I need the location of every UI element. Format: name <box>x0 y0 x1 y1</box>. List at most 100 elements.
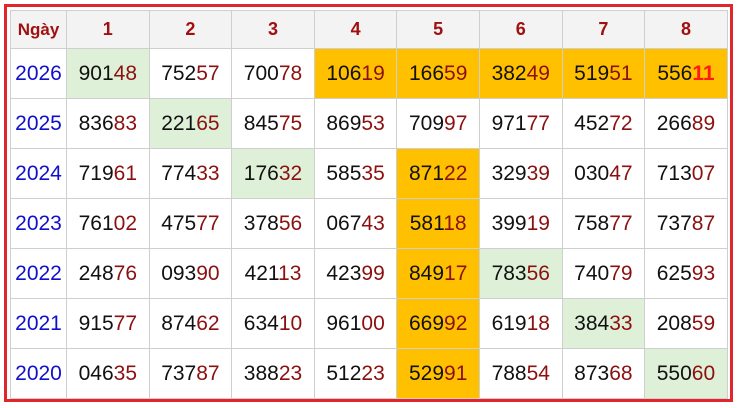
column-header-5: 5 <box>396 10 480 49</box>
result-cell: 38433 <box>561 298 646 349</box>
result-cell: 22165 <box>148 98 233 149</box>
result-tail-digits: 77 <box>113 311 137 335</box>
result-prefix: 625 <box>656 261 692 285</box>
result-cell: 42113 <box>231 248 315 299</box>
result-cell: 20859 <box>644 298 728 349</box>
result-tail-digits: 65 <box>196 111 220 135</box>
result-tail-digits: 39 <box>526 161 550 185</box>
result-tail-digits: 93 <box>691 261 716 285</box>
result-cell: 51223 <box>313 348 398 399</box>
result-prefix: 388 <box>243 361 279 385</box>
column-header-6: 6 <box>478 10 563 49</box>
result-tail-digits: 49 <box>526 61 550 85</box>
result-cell: 04635 <box>66 348 150 399</box>
result-prefix: 971 <box>491 111 527 135</box>
year-cell: 2021 <box>10 298 67 349</box>
result-prefix: 176 <box>243 161 279 185</box>
result-cell: 10619 <box>313 48 398 99</box>
result-prefix: 421 <box>244 261 279 285</box>
result-cell: 87462 <box>148 298 233 349</box>
result-cell: 03047 <box>561 148 646 199</box>
result-prefix: 845 <box>243 111 279 135</box>
result-cell: 73787 <box>148 348 233 399</box>
result-tail-digits: 77 <box>526 111 550 135</box>
result-prefix: 758 <box>574 211 610 235</box>
result-prefix: 529 <box>408 361 445 385</box>
result-cell: 06743 <box>313 198 398 249</box>
column-header-2: 2 <box>148 10 233 49</box>
result-prefix: 915 <box>78 311 114 335</box>
result-tail-digits: 22 <box>444 161 468 185</box>
result-cell: 39919 <box>478 198 563 249</box>
year-cell: 2026 <box>10 48 67 99</box>
result-cell: 76102 <box>66 198 150 249</box>
result-tail-digits: 43 <box>361 211 385 235</box>
result-cell: 63410 <box>231 298 315 349</box>
result-tail-digits: 87 <box>196 361 220 385</box>
result-prefix: 783 <box>491 261 527 285</box>
result-tail-digits: 59 <box>444 61 468 85</box>
result-prefix: 166 <box>408 61 445 85</box>
result-tail-digits: 60 <box>691 361 716 385</box>
result-prefix: 378 <box>243 211 279 235</box>
result-cell: 84575 <box>231 98 315 149</box>
result-prefix: 248 <box>78 261 114 285</box>
column-header-8: 8 <box>644 10 728 49</box>
result-tail-digits: 97 <box>444 111 468 135</box>
result-tail-digits: 57 <box>196 61 220 85</box>
table-row: 2022 24876 09390 42113 42399 84917 78356 74079 6… <box>10 248 728 299</box>
result-tail-digits: 17 <box>444 261 468 285</box>
result-prefix: 700 <box>243 61 279 85</box>
result-prefix: 266 <box>656 111 692 135</box>
result-tail-digits: 23 <box>361 361 385 385</box>
result-cell: 38823 <box>231 348 315 399</box>
result-prefix: 208 <box>656 311 692 335</box>
result-tail-digits: 68 <box>609 361 633 385</box>
result-tail-digits: 59 <box>691 311 716 335</box>
result-tail-digits: 35 <box>361 161 385 185</box>
result-prefix: 619 <box>491 311 527 335</box>
column-header-4: 4 <box>313 10 398 49</box>
result-cell: 38249 <box>478 48 563 99</box>
result-tail-digits: 92 <box>444 311 468 335</box>
result-prefix: 106 <box>326 61 362 85</box>
result-prefix: 873 <box>574 361 610 385</box>
result-cell: 58118 <box>396 198 480 249</box>
results-table-frame: Ngày 1 2 3 4 5 6 7 8 2026 90148 75257 70078… <box>4 4 733 402</box>
result-cell: 70078 <box>231 48 315 99</box>
result-cell: 55060 <box>644 348 728 399</box>
result-prefix: 329 <box>491 161 527 185</box>
result-cell: 96100 <box>313 298 398 349</box>
result-prefix: 774 <box>161 161 197 185</box>
result-cell: 62593 <box>644 248 728 299</box>
result-cell: 55611 <box>644 48 728 99</box>
result-cell: 58535 <box>313 148 398 199</box>
result-tail-digits: 89 <box>691 111 716 135</box>
result-cell: 32939 <box>478 148 563 199</box>
result-prefix: 030 <box>574 161 610 185</box>
result-tail-digits: 13 <box>278 261 302 285</box>
result-tail-digits: 19 <box>361 61 385 85</box>
table-row: 2021 91577 87462 63410 96100 66992 61918 38433 2… <box>10 298 728 349</box>
year-cell: 2022 <box>10 248 67 299</box>
result-prefix: 384 <box>574 311 610 335</box>
result-cell: 87122 <box>396 148 480 199</box>
column-header-date: Ngày <box>10 10 67 49</box>
result-prefix: 399 <box>491 211 527 235</box>
result-tail-digits: 62 <box>196 311 220 335</box>
result-tail-digits: 10 <box>278 311 303 335</box>
year-cell: 2023 <box>10 198 67 249</box>
result-cell: 42399 <box>313 248 398 299</box>
result-tail-digits: 77 <box>196 211 220 235</box>
result-prefix: 961 <box>326 311 362 335</box>
result-prefix: 849 <box>408 261 445 285</box>
column-header-7: 7 <box>561 10 646 49</box>
year-cell: 2024 <box>10 148 67 199</box>
result-tail-digits: 19 <box>526 211 550 235</box>
result-cell: 78854 <box>478 348 563 399</box>
result-cell: 45272 <box>561 98 646 149</box>
result-tail-digits: 91 <box>444 361 468 385</box>
result-cell: 66992 <box>396 298 480 349</box>
result-tail-digits: 54 <box>526 361 550 385</box>
header-row: Ngày 1 2 3 4 5 6 7 8 <box>10 10 728 49</box>
